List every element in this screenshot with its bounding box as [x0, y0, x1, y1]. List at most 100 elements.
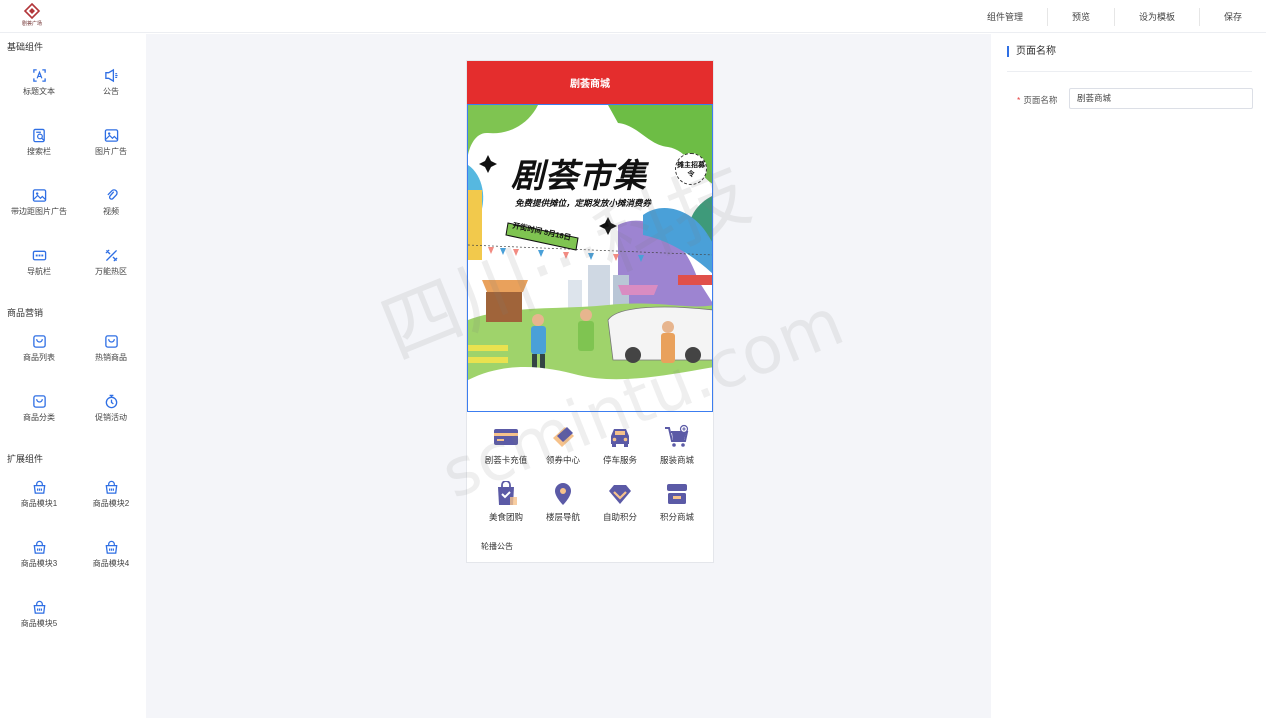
product-list-icon — [32, 335, 46, 348]
settings-section-title: 页面名称 — [1007, 46, 1056, 57]
page-name-label: * 页面名称 — [1017, 94, 1057, 106]
component-search-bar[interactable]: 搜索栏 — [4, 120, 74, 180]
component-label: 商品列表 — [23, 353, 55, 362]
nav-item-card-recharge[interactable]: 剧荟卡充值 — [478, 424, 534, 481]
component-product-module-1[interactable]: 商品模块1 — [4, 472, 74, 532]
basket-icon — [33, 480, 45, 494]
nav-grid: 剧荟卡充值 领券中心 停车服务 服装商城 美食团购 楼层导航 自助积分 积分商城 — [467, 412, 713, 538]
nav-item-floor-nav[interactable]: 楼层导航 — [535, 481, 591, 538]
nav-item-self-points[interactable]: 自助积分 — [592, 481, 648, 538]
brand-logo[interactable]: 剧荟广场 — [18, 3, 46, 31]
component-image-ad[interactable]: 图片广告 — [76, 120, 146, 180]
nav-label: 剧荟卡充值 — [484, 455, 528, 465]
phone-preview: 剧荟商城 剧荟市集 摊主招募令 免费提供摊位，定期发放小摊消费券 开街时间 5月… — [466, 60, 714, 563]
banner-title: 剧荟市集 — [511, 156, 647, 195]
component-label: 标题文本 — [23, 87, 55, 96]
component-label: 热销商品 — [95, 353, 127, 362]
image-ad-icon — [104, 129, 118, 142]
navbar-icon — [32, 250, 46, 261]
banner-image[interactable]: 剧荟市集 摊主招募令 免费提供摊位，定期发放小摊消费券 开街时间 5月18日 — [467, 104, 713, 412]
component-product-module-3[interactable]: 商品模块3 — [4, 532, 74, 592]
nav-item-points-mall[interactable]: 积分商城 — [649, 481, 705, 538]
nav-item-coupon-center[interactable]: 领券中心 — [535, 424, 591, 481]
basket-icon — [33, 600, 45, 614]
page-name-label-text: 页面名称 — [1023, 95, 1058, 105]
component-label: 商品分类 — [23, 413, 55, 422]
basket-icon — [33, 540, 45, 554]
set-template-button[interactable]: 设为模板 — [1113, 7, 1199, 26]
food-bag-icon — [498, 481, 517, 505]
marketing-components-grid: 商品列表 热销商品 商品分类 促销活动 — [0, 326, 146, 446]
component-sidebar: 基础组件 标题文本 公告 搜索栏 图片广告 带边距图片广告 视频 导航栏 万能热… — [0, 34, 146, 718]
component-product-list[interactable]: 商品列表 — [4, 326, 74, 386]
banner-subtitle: 免费提供摊位，定期发放小摊消费券 — [515, 198, 652, 208]
component-image-ad-margin[interactable]: 带边距图片广告 — [4, 180, 74, 240]
carousel-notice[interactable]: 轮播公告 — [467, 538, 713, 552]
store-icon — [667, 484, 687, 504]
component-product-module-4[interactable]: 商品模块4 — [76, 532, 146, 592]
component-product-module-2[interactable]: 商品模块2 — [76, 472, 146, 532]
preview-page-title[interactable]: 剧荟商城 — [467, 61, 713, 104]
nav-label: 领券中心 — [545, 455, 580, 465]
section-title-extension: 扩展组件 — [7, 454, 44, 464]
coupon-icon — [553, 427, 574, 447]
basic-components-grid: 标题文本 公告 搜索栏 图片广告 带边距图片广告 视频 导航栏 万能热区 — [0, 60, 146, 300]
component-promotion[interactable]: 促销活动 — [76, 386, 146, 446]
preview-button[interactable]: 预览 — [1046, 7, 1114, 26]
section-title-basic: 基础组件 — [7, 42, 44, 52]
promotion-icon — [105, 394, 117, 409]
component-label: 商品模块2 — [92, 499, 130, 508]
component-label: 促销活动 — [95, 413, 127, 422]
extension-components-grid: 商品模块1 商品模块2 商品模块3 商品模块4 商品模块5 — [0, 472, 146, 652]
component-label: 带边距图片广告 — [11, 207, 67, 216]
settings-divider — [1007, 71, 1252, 72]
cart-icon — [665, 424, 689, 447]
hot-product-icon — [104, 335, 118, 348]
nav-item-food-group-buy[interactable]: 美食团购 — [478, 481, 534, 538]
nav-label: 停车服务 — [602, 455, 637, 465]
nav-item-parking[interactable]: 停车服务 — [592, 424, 648, 481]
component-video[interactable]: 视频 — [76, 180, 146, 240]
component-manage-button[interactable]: 组件管理 — [963, 8, 1047, 26]
nav-label: 服装商城 — [659, 455, 694, 465]
component-hot-product[interactable]: 热销商品 — [76, 326, 146, 386]
logo-icon — [23, 3, 41, 19]
component-label: 图片广告 — [95, 147, 127, 156]
car-icon — [611, 429, 629, 447]
component-label: 商品模块4 — [92, 559, 130, 568]
page-name-input[interactable]: 剧荟商城 — [1069, 88, 1253, 109]
editor-canvas: 剧荟商城 剧荟市集 摊主招募令 免费提供摊位，定期发放小摊消费券 开街时间 5月… — [146, 34, 991, 718]
component-navbar[interactable]: 导航栏 — [4, 240, 74, 300]
required-mark: * — [1017, 95, 1021, 105]
component-label: 商品模块3 — [20, 559, 58, 568]
component-label: 搜索栏 — [27, 147, 51, 156]
card-icon — [494, 429, 518, 445]
nav-label: 积分商城 — [659, 512, 694, 522]
top-bar: 剧荟广场 组件管理 预览 设为模板 保存 — [0, 0, 1266, 33]
points-icon — [609, 485, 631, 504]
component-label: 公告 — [103, 87, 119, 96]
title-text-icon — [32, 69, 46, 82]
component-product-module-5[interactable]: 商品模块5 — [4, 592, 74, 652]
hotzone-icon — [105, 249, 117, 262]
component-label: 商品模块1 — [20, 499, 58, 508]
top-actions: 组件管理 预览 设为模板 保存 — [963, 0, 1266, 33]
basket-icon — [105, 540, 117, 554]
component-product-category[interactable]: 商品分类 — [4, 386, 74, 446]
banner-badge: 摊主招募令 — [675, 153, 707, 185]
location-icon — [555, 483, 571, 505]
nav-item-clothing-mall[interactable]: 服装商城 — [649, 424, 705, 481]
product-category-icon — [32, 395, 46, 408]
nav-label: 美食团购 — [488, 512, 523, 522]
logo-text: 剧荟广场 — [21, 21, 42, 27]
component-title-text[interactable]: 标题文本 — [4, 60, 74, 120]
video-icon — [107, 189, 118, 200]
save-button[interactable]: 保存 — [1198, 7, 1266, 26]
search-bar-icon — [32, 128, 45, 143]
component-hotzone[interactable]: 万能热区 — [76, 240, 146, 300]
announcement-icon — [104, 68, 118, 83]
nav-label: 自助积分 — [602, 512, 637, 522]
component-announcement[interactable]: 公告 — [76, 60, 146, 120]
component-label: 万能热区 — [95, 267, 127, 276]
component-label: 商品模块5 — [20, 619, 58, 628]
